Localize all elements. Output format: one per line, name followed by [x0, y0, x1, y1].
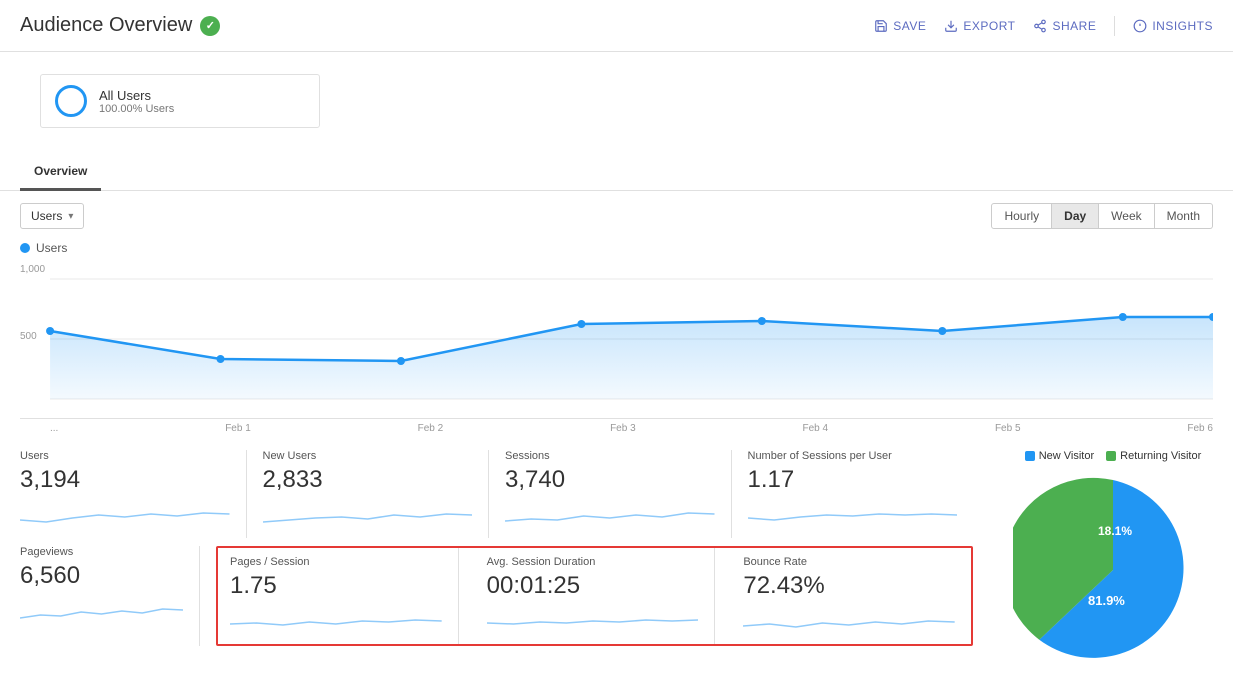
metric-avg-session-label: Avg. Session Duration	[487, 556, 699, 568]
metric-sessions-per-user-label: Number of Sessions per User	[748, 450, 958, 462]
metrics-row1: Users 3,194 New Users 2,833 Sessio	[0, 434, 993, 546]
dropdown-arrow: ▾	[68, 211, 73, 222]
metric-pageviews: Pageviews 6,560	[20, 546, 200, 646]
highlight-metrics-box: Pages / Session 1.75 Avg. Session Durati…	[216, 546, 973, 646]
segment-name: All Users	[99, 88, 174, 103]
line-chart: 1,000 500	[20, 259, 1213, 419]
x-label-2: Feb 2	[418, 423, 444, 434]
x-axis-labels: ... Feb 1 Feb 2 Feb 3 Feb 4 Feb 5 Feb 6	[20, 419, 1213, 434]
metric-new-users: New Users 2,833	[263, 450, 490, 538]
returning-visitor-label: Returning Visitor	[1120, 450, 1201, 462]
x-label-1: Feb 1	[225, 423, 251, 434]
time-btn-month[interactable]: Month	[1155, 203, 1213, 229]
share-button[interactable]: SHARE	[1033, 19, 1096, 33]
tabs-bar: Overview	[0, 154, 1233, 191]
insights-icon	[1133, 19, 1147, 33]
metric-users-label: Users	[20, 450, 230, 462]
new-visitor-label: New Visitor	[1039, 450, 1094, 462]
metric-sessions-value: 3,740	[505, 466, 715, 494]
metric-sessions: Sessions 3,740	[505, 450, 732, 538]
x-label-5: Feb 5	[995, 423, 1021, 434]
tab-overview[interactable]: Overview	[20, 154, 101, 191]
x-label-6: Feb 6	[1187, 423, 1213, 434]
metrics-row2: Pageviews 6,560 Pages / Session 1.75	[0, 546, 993, 662]
main-chart-svg	[20, 259, 1213, 419]
sparkline-sessions	[505, 500, 715, 530]
sparkline-users	[20, 500, 230, 530]
metric-dropdown[interactable]: Users ▾	[20, 203, 84, 229]
sparkline-new-users	[263, 500, 473, 530]
header-actions: SAVE EXPORT SHARE INSIGHTS	[874, 16, 1213, 36]
verified-icon	[200, 16, 220, 36]
segment-sub: 100.00% Users	[99, 103, 174, 115]
metric-pages-session-label: Pages / Session	[230, 556, 442, 568]
x-label-4: Feb 4	[803, 423, 829, 434]
metric-pages-session: Pages / Session 1.75	[218, 548, 459, 644]
y-label-top: 1,000	[20, 264, 45, 275]
share-icon	[1033, 19, 1047, 33]
svg-text:18.1%: 18.1%	[1098, 524, 1132, 538]
metric-bounce-rate-value: 72.43%	[743, 572, 955, 600]
x-label-3: Feb 3	[610, 423, 636, 434]
page-title: Audience Overview	[20, 14, 192, 37]
segment-box: All Users 100.00% Users	[40, 74, 320, 128]
metric-bounce-rate: Bounce Rate 72.43%	[731, 548, 971, 644]
legend-label: Users	[36, 241, 67, 255]
header: Audience Overview SAVE EXPORT SHARE INSI…	[0, 0, 1233, 52]
metric-sessions-label: Sessions	[505, 450, 715, 462]
save-icon	[874, 19, 888, 33]
x-label-0: ...	[50, 423, 58, 434]
legend-new-visitor: New Visitor	[1025, 450, 1094, 462]
metric-bounce-rate-label: Bounce Rate	[743, 556, 955, 568]
metric-pageviews-value: 6,560	[20, 562, 183, 590]
legend-dot	[20, 243, 30, 253]
export-icon	[944, 19, 958, 33]
sparkline-pages-session	[230, 606, 442, 636]
metric-pages-session-value: 1.75	[230, 572, 442, 600]
metric-sessions-per-user: Number of Sessions per User 1.17	[748, 450, 974, 538]
legend-returning-visitor: Returning Visitor	[1106, 450, 1201, 462]
time-btn-week[interactable]: Week	[1099, 203, 1154, 229]
time-btn-day[interactable]: Day	[1052, 203, 1099, 229]
chart-area: Users 1,000 500	[0, 241, 1233, 434]
sparkline-avg-session	[487, 606, 699, 636]
returning-visitor-dot	[1106, 451, 1116, 461]
time-buttons: Hourly Day Week Month	[991, 203, 1213, 229]
save-button[interactable]: SAVE	[874, 19, 926, 33]
metric-users: Users 3,194	[20, 450, 247, 538]
header-divider	[1114, 16, 1115, 36]
chart-legend: Users	[20, 241, 1213, 255]
sparkline-spu	[748, 500, 958, 530]
metric-avg-session-value: 00:01:25	[487, 572, 699, 600]
sparkline-bounce	[743, 606, 955, 636]
pie-section: New Visitor Returning Visitor 81.9% 18.1…	[993, 434, 1233, 686]
metric-new-users-value: 2,833	[263, 466, 473, 494]
pie-legend: New Visitor Returning Visitor	[1025, 450, 1202, 462]
metric-sessions-per-user-value: 1.17	[748, 466, 958, 494]
metric-avg-session: Avg. Session Duration 00:01:25	[475, 548, 716, 644]
metrics-and-pie: Users 3,194 New Users 2,833 Sessio	[0, 434, 1233, 686]
chart-controls: Users ▾ Hourly Day Week Month	[0, 191, 1233, 241]
metric-new-users-label: New Users	[263, 450, 473, 462]
svg-text:81.9%: 81.9%	[1088, 593, 1125, 608]
metric-users-value: 3,194	[20, 466, 230, 494]
pie-chart-svg: 81.9% 18.1%	[1013, 470, 1213, 670]
insights-button[interactable]: INSIGHTS	[1133, 19, 1213, 33]
header-left: Audience Overview	[20, 14, 220, 37]
y-label-mid: 500	[20, 331, 37, 342]
time-btn-hourly[interactable]: Hourly	[991, 203, 1052, 229]
export-button[interactable]: EXPORT	[944, 19, 1015, 33]
new-visitor-dot	[1025, 451, 1035, 461]
segment-circle	[55, 85, 87, 117]
sparkline-pageviews	[20, 596, 183, 626]
metrics-column: Users 3,194 New Users 2,833 Sessio	[0, 434, 993, 686]
segment-info: All Users 100.00% Users	[99, 88, 174, 115]
metric-pageviews-label: Pageviews	[20, 546, 183, 558]
